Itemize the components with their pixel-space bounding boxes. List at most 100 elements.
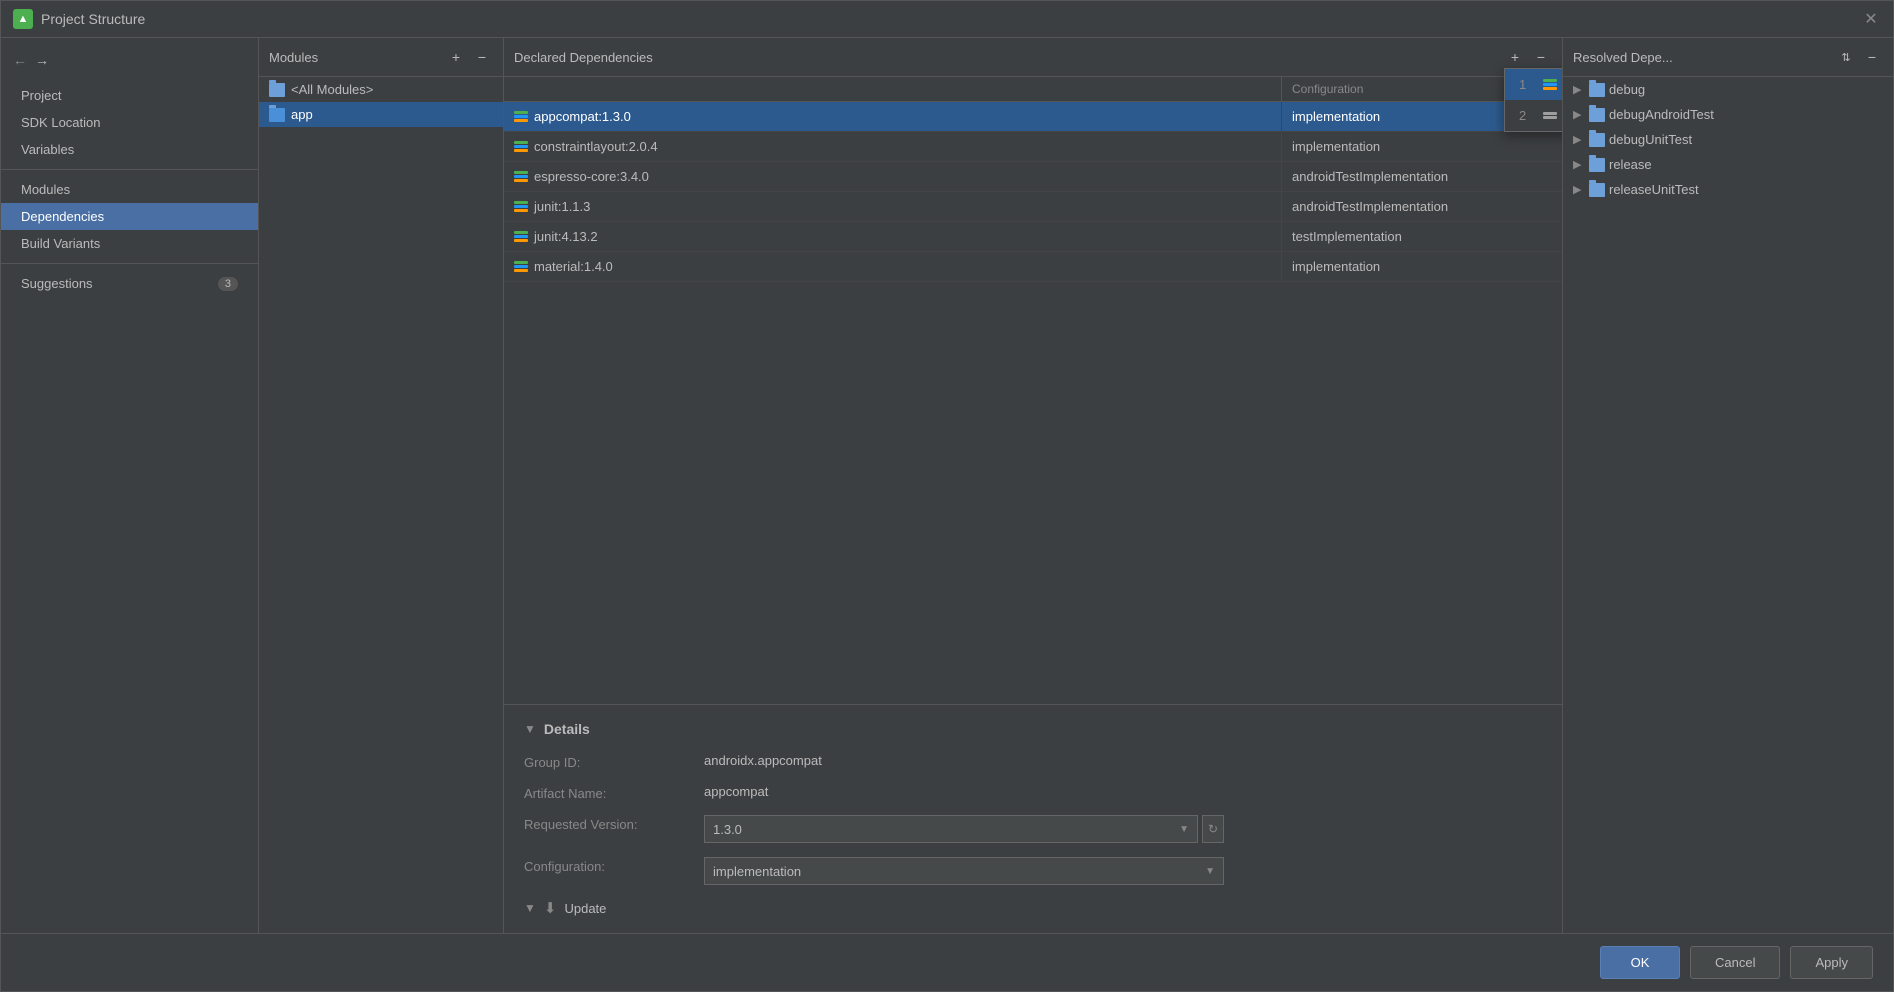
sidebar-item-buildvariants[interactable]: Build Variants bbox=[1, 230, 258, 257]
sidebar-item-variables[interactable]: Variables bbox=[1, 136, 258, 163]
details-section: ▼ Details Group ID: androidx.appcompat A… bbox=[504, 704, 1562, 933]
dep-row-2[interactable]: espresso-core:3.4.0 androidTestImplement… bbox=[504, 162, 1562, 192]
dep-icon-3 bbox=[514, 201, 528, 212]
close-button[interactable]: ✕ bbox=[1861, 9, 1881, 29]
resolved-actions: ⇅ − bbox=[1835, 46, 1883, 68]
deps-panel-actions: + 1 bbox=[1504, 46, 1552, 68]
version-label: Requested Version: bbox=[524, 815, 684, 843]
modules-panel-actions: + − bbox=[445, 46, 493, 68]
dep-name-0: appcompat:1.3.0 bbox=[504, 102, 1282, 131]
chevron-debugunittest: ▶ bbox=[1573, 133, 1585, 146]
module-app-label: app bbox=[291, 107, 313, 122]
cancel-button[interactable]: Cancel bbox=[1690, 946, 1780, 979]
module-all-label: <All Modules> bbox=[291, 82, 373, 97]
deps-panel-title: Declared Dependencies bbox=[514, 50, 653, 65]
modules-panel-title: Modules bbox=[269, 50, 318, 65]
suggestions-label: Suggestions bbox=[21, 276, 93, 291]
resolved-item-debug[interactable]: ▶ debug bbox=[1563, 77, 1893, 102]
group-id-value: androidx.appcompat bbox=[704, 753, 1224, 770]
app-icon: ▲ bbox=[13, 9, 33, 29]
menu-item-jar[interactable]: 2 JAR/AAR Dependency bbox=[1505, 100, 1563, 131]
suggestions-badge: 3 bbox=[218, 277, 238, 291]
resolved-minus-button[interactable]: − bbox=[1861, 46, 1883, 68]
content-area: ← → Project SDK Location Variables Modul… bbox=[1, 38, 1893, 933]
version-refresh-button[interactable]: ↻ bbox=[1202, 815, 1224, 843]
version-dropdown[interactable]: 1.3.0 ▼ bbox=[704, 815, 1198, 843]
resolved-item-debugandroidtest[interactable]: ▶ debugAndroidTest bbox=[1563, 102, 1893, 127]
modules-remove-button[interactable]: − bbox=[471, 46, 493, 68]
sidebar-item-sdk[interactable]: SDK Location bbox=[1, 109, 258, 136]
resolved-release-label: release bbox=[1609, 157, 1652, 172]
project-structure-dialog: ▲ Project Structure ✕ ← → Project SDK Lo… bbox=[0, 0, 1894, 992]
sidebar-item-project[interactable]: Project bbox=[1, 82, 258, 109]
sidebar-item-suggestions[interactable]: Suggestions 3 bbox=[1, 270, 258, 297]
menu-item-1-num: 1 bbox=[1519, 77, 1533, 92]
refresh-icon: ↻ bbox=[1208, 822, 1218, 836]
sidebar-divider-2 bbox=[1, 263, 258, 264]
dep-icon-0 bbox=[514, 111, 528, 122]
dep-row-5[interactable]: material:1.4.0 implementation bbox=[504, 252, 1562, 282]
folder-debug bbox=[1589, 83, 1605, 97]
forward-button[interactable]: → bbox=[35, 52, 49, 68]
module-all[interactable]: <All Modules> bbox=[259, 77, 503, 102]
deps-remove-button[interactable]: − bbox=[1530, 46, 1552, 68]
dep-row-3[interactable]: junit:1.1.3 androidTestImplementation bbox=[504, 192, 1562, 222]
artifact-value: appcompat bbox=[704, 784, 1224, 801]
resolved-debugandroidtest-label: debugAndroidTest bbox=[1609, 107, 1714, 122]
modules-add-button[interactable]: + bbox=[445, 46, 467, 68]
resolved-item-release[interactable]: ▶ release bbox=[1563, 152, 1893, 177]
menu-item-library-icon bbox=[1543, 79, 1557, 90]
menu-item-library[interactable]: 1 Library Dependency bbox=[1505, 69, 1563, 100]
resolved-list: ▶ debug ▶ debugAndroidTest ▶ debugUnitTe… bbox=[1563, 77, 1893, 933]
deps-panel: Declared Dependencies + 1 bbox=[504, 38, 1563, 933]
title-bar: ▲ Project Structure ✕ bbox=[1, 1, 1893, 38]
ok-button[interactable]: OK bbox=[1600, 946, 1680, 979]
deps-col-name bbox=[504, 77, 1282, 101]
menu-item-jar-icon bbox=[1543, 112, 1557, 119]
module-app[interactable]: app bbox=[259, 102, 503, 127]
dialog-title: Project Structure bbox=[41, 11, 1853, 27]
sidebar-nav: ← → bbox=[1, 38, 258, 82]
dep-row-0[interactable]: appcompat:1.3.0 implementation bbox=[504, 102, 1562, 132]
deps-table: Configuration appcompat:1.3.0 bbox=[504, 77, 1562, 704]
chevron-debug: ▶ bbox=[1573, 83, 1585, 96]
dep-row-4[interactable]: junit:4.13.2 testImplementation bbox=[504, 222, 1562, 252]
deps-add-button[interactable]: + bbox=[1504, 46, 1526, 68]
resolved-debug-label: debug bbox=[1609, 82, 1645, 97]
dep-config-4: testImplementation bbox=[1282, 222, 1562, 251]
deps-table-header: Configuration bbox=[504, 77, 1562, 102]
dep-name-4: junit:4.13.2 bbox=[504, 222, 1282, 251]
version-dropdown-arrow: ▼ bbox=[1179, 824, 1189, 835]
details-header[interactable]: ▼ Details bbox=[524, 721, 1542, 737]
footer: OK Cancel Apply bbox=[1, 933, 1893, 991]
modules-panel: Modules + − <All Modules> app bbox=[259, 38, 504, 933]
add-dependency-menu: 1 Library Dependency bbox=[1504, 68, 1563, 132]
dep-icon-5 bbox=[514, 261, 528, 272]
back-button[interactable]: ← bbox=[13, 52, 27, 68]
sidebar: ← → Project SDK Location Variables Modul… bbox=[1, 38, 259, 933]
menu-item-2-num: 2 bbox=[1519, 108, 1533, 123]
dep-name-5: material:1.4.0 bbox=[504, 252, 1282, 281]
chevron-debugandroidtest: ▶ bbox=[1573, 108, 1585, 121]
config-dropdown[interactable]: implementation ▼ bbox=[704, 857, 1224, 885]
update-icon: ⬇ bbox=[544, 899, 557, 917]
folder-icon-app bbox=[269, 108, 285, 122]
resolved-expand-button[interactable]: ⇅ bbox=[1835, 46, 1857, 68]
sidebar-item-modules[interactable]: Modules bbox=[1, 176, 258, 203]
resolved-item-releaseunittest[interactable]: ▶ releaseUnitTest bbox=[1563, 177, 1893, 202]
update-section[interactable]: ▼ ⬇ Update bbox=[524, 899, 1542, 917]
dep-name-2: espresso-core:3.4.0 bbox=[504, 162, 1282, 191]
sidebar-item-dependencies[interactable]: Dependencies bbox=[1, 203, 258, 230]
chevron-release: ▶ bbox=[1573, 158, 1585, 171]
dep-config-2: androidTestImplementation bbox=[1282, 162, 1562, 191]
config-value: implementation bbox=[713, 864, 801, 879]
apply-button[interactable]: Apply bbox=[1790, 946, 1873, 979]
resolved-debugunittest-label: debugUnitTest bbox=[1609, 132, 1692, 147]
update-collapse-icon: ▼ bbox=[524, 901, 536, 915]
folder-releaseunittest bbox=[1589, 183, 1605, 197]
dep-row-1[interactable]: constraintlayout:2.0.4 implementation bbox=[504, 132, 1562, 162]
chevron-releaseunittest: ▶ bbox=[1573, 183, 1585, 196]
version-value: 1.3.0 bbox=[713, 822, 742, 837]
resolved-item-debugunittest[interactable]: ▶ debugUnitTest bbox=[1563, 127, 1893, 152]
modules-panel-header: Modules + − bbox=[259, 38, 503, 77]
